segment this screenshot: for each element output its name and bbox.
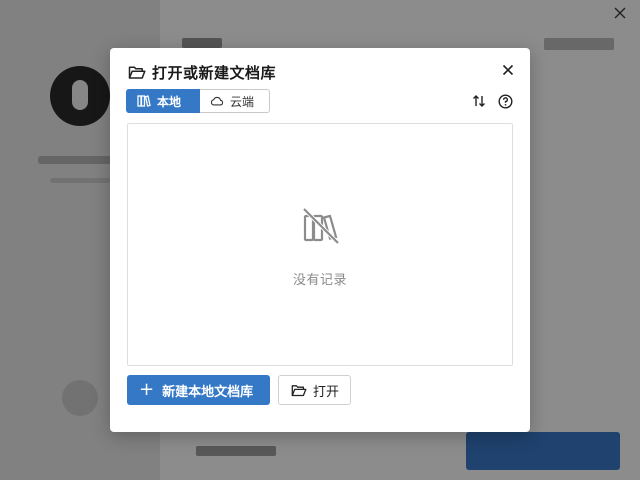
tab-cloud[interactable]: 云端: [200, 89, 270, 113]
plus-icon: +: [139, 379, 155, 400]
source-tabs: 本地 云端: [126, 89, 270, 113]
tab-local[interactable]: 本地: [126, 89, 200, 113]
new-local-library-label: 新建本地文档库: [162, 384, 254, 400]
cloud-icon: [210, 94, 224, 108]
window-close-icon[interactable]: [608, 2, 632, 24]
tab-local-label: 本地: [157, 94, 182, 109]
empty-state-text: 没有记录: [292, 273, 347, 288]
open-label: 打开: [313, 384, 340, 400]
close-icon[interactable]: [498, 60, 518, 80]
tab-cloud-label: 云端: [230, 94, 255, 109]
open-button[interactable]: 打开: [278, 375, 351, 405]
new-local-library-button[interactable]: + 新建本地文档库: [127, 375, 270, 405]
sort-icon[interactable]: [470, 92, 488, 110]
library-icon: [137, 94, 151, 108]
dialog-title: 打开或新建文档库: [152, 63, 277, 82]
library-off-icon: [301, 206, 341, 246]
folder-open-icon: [291, 383, 307, 397]
library-list: 没有记录: [127, 123, 513, 366]
help-icon[interactable]: [496, 92, 514, 110]
open-library-dialog: 打开或新建文档库 本地 云端 没有记录 + 新建本地文档库 打开: [110, 48, 530, 432]
dialog-header: 打开或新建文档库: [128, 60, 276, 84]
folder-open-icon: [128, 64, 146, 80]
